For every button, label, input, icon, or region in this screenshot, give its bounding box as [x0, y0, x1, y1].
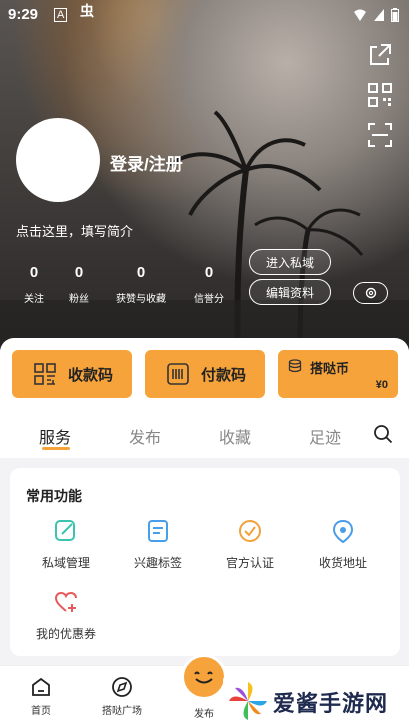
coin-stack-icon	[288, 359, 302, 373]
status-a-icon: A	[54, 8, 68, 22]
stat-value: 0	[136, 264, 146, 281]
qrcode-icon[interactable]	[367, 82, 393, 108]
tab-bar: 服务 发布 收藏 足迹	[0, 420, 409, 450]
edit-profile-button[interactable]: 编辑资料	[249, 279, 331, 305]
scan-icon[interactable]	[367, 122, 393, 148]
stat-value: 0	[204, 264, 214, 281]
battery-icon	[391, 8, 399, 22]
collect-code-label: 收款码	[68, 366, 114, 384]
func-label: 我的优惠券	[35, 627, 96, 641]
watermark: 爱酱手游网	[223, 676, 409, 727]
settings-button[interactable]	[353, 282, 388, 304]
home-icon	[32, 677, 50, 696]
func-my-coupons[interactable]: 我的优惠券	[26, 589, 106, 642]
tab-publish[interactable]: 发布	[129, 424, 161, 448]
verified-badge-icon	[239, 520, 261, 542]
pay-code-button[interactable]: 付款码	[145, 350, 265, 398]
common-functions-title: 常用功能	[26, 488, 82, 504]
stat-fans[interactable]: 0 粉丝	[49, 264, 109, 305]
collect-code-button[interactable]: 收款码	[12, 350, 132, 398]
nav-publish-label: 发布	[194, 709, 214, 720]
smiley-logo-icon	[194, 671, 213, 684]
login-register-link[interactable]: 登录/注册	[110, 150, 183, 175]
share-icon[interactable]	[367, 42, 393, 68]
func-label: 收货地址	[318, 556, 367, 570]
barcode-icon	[167, 363, 189, 385]
func-label: 私域管理	[41, 556, 90, 570]
nav-home-label: 首页	[31, 706, 51, 717]
coin-balance-card[interactable]: 搭哒币 ¥0	[278, 350, 398, 398]
tag-doc-icon	[148, 520, 168, 542]
active-tab-indicator	[42, 447, 70, 450]
pinwheel-logo-icon	[229, 682, 267, 720]
stat-label: 粉丝	[69, 294, 89, 305]
stat-likes[interactable]: 0 获赞与收藏	[111, 264, 171, 305]
func-label: 官方认证	[225, 556, 274, 570]
enter-private-button[interactable]: 进入私域	[249, 249, 331, 275]
watermark-text: 爱酱手游网	[273, 691, 389, 716]
coin-value: ¥0	[375, 379, 388, 391]
status-time: 9:29	[8, 6, 39, 23]
func-private-domain[interactable]: 私域管理	[26, 518, 106, 571]
nav-home[interactable]: 首页	[11, 676, 71, 717]
avatar[interactable]	[16, 118, 100, 202]
pay-code-label: 付款码	[201, 366, 247, 384]
status-bar: 9:29 A 虫	[0, 0, 409, 30]
location-pin-icon	[332, 519, 354, 544]
tab-favorites[interactable]: 收藏	[219, 424, 251, 448]
qrcode-grid-icon	[34, 363, 56, 385]
func-official-verify[interactable]: 官方认证	[210, 518, 290, 571]
wifi-icon	[354, 9, 366, 21]
func-interest-tags[interactable]: 兴趣标签	[118, 518, 198, 571]
signal-icon	[374, 9, 384, 21]
coin-label: 搭哒币	[310, 361, 350, 376]
tab-service[interactable]: 服务	[39, 424, 71, 448]
publish-button[interactable]	[181, 654, 227, 700]
edit-square-icon	[55, 520, 75, 541]
nav-square-label: 搭哒广场	[102, 706, 142, 717]
gear-icon	[365, 287, 376, 299]
stat-credit[interactable]: 0 信誉分	[179, 264, 239, 305]
profile-intro[interactable]: 点击这里，填写简介	[16, 221, 133, 240]
func-shipping-address[interactable]: 收货地址	[303, 518, 383, 571]
stat-label: 获赞与收藏	[116, 294, 166, 305]
compass-icon	[112, 677, 132, 697]
stat-value: 0	[74, 264, 84, 281]
stat-label: 信誉分	[194, 294, 224, 305]
nav-square[interactable]: 搭哒广场	[92, 676, 152, 717]
search-icon[interactable]	[373, 424, 393, 444]
status-bug-icon: 虫	[80, 3, 94, 19]
tab-footprints[interactable]: 足迹	[309, 424, 341, 448]
func-label: 兴趣标签	[133, 556, 182, 570]
heart-plus-icon	[54, 591, 77, 612]
